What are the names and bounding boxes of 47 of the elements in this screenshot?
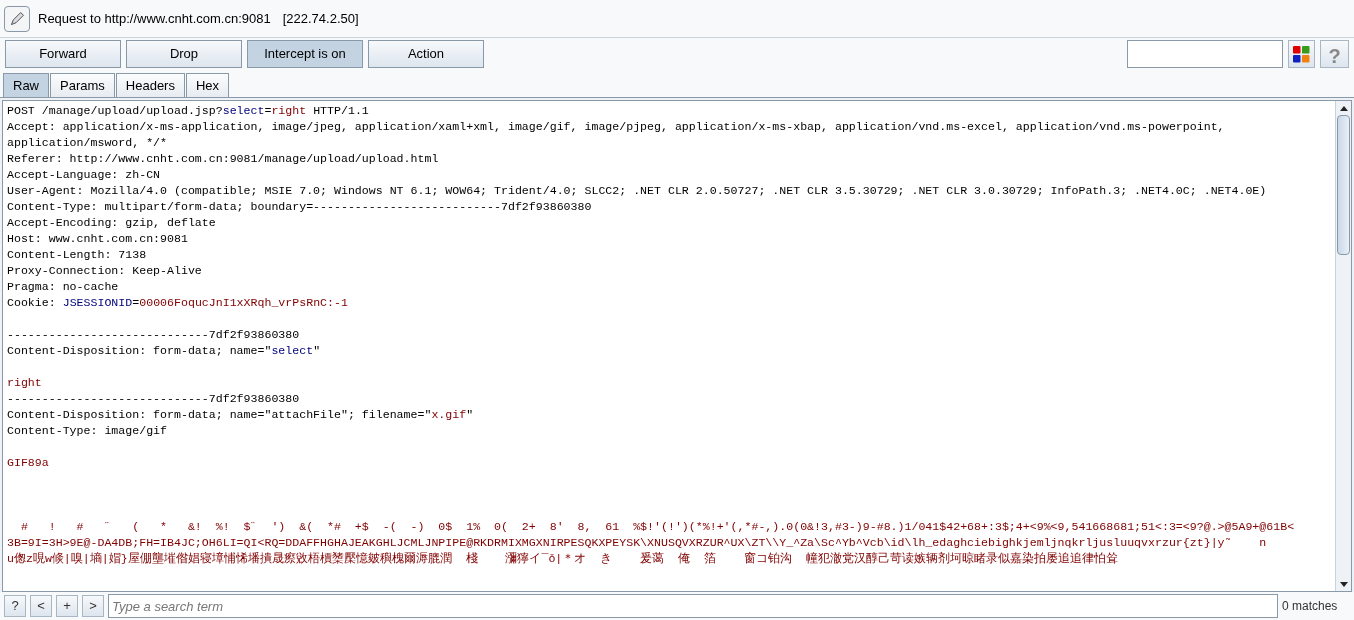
search-nav-button[interactable]: < bbox=[30, 595, 52, 617]
tab[interactable]: Params bbox=[50, 73, 115, 97]
colors-button[interactable] bbox=[1288, 40, 1315, 68]
message-line: Content-Type: image/gif bbox=[7, 423, 169, 439]
toolbar-button[interactable]: Intercept is on bbox=[247, 40, 363, 68]
message-line: # ! # ˝ ( * &! %! $˝ ') &( *# +$ -( -) 0$ 1% 0( 2+ 8' 8, 61 %$!'(!')(*%!+'(,*#-,).0(0&!3,#3-)9-#8.)1/041$42+68+:3$;4+<9%<9,541668681;51<:3=<9?@.>@5A9+@61B< bbox=[19, 519, 1296, 535]
message-line: -----------------------------7df2f93860380 bbox=[7, 327, 301, 343]
window-title: Request to http://www.cnht.com.cn:9081 bbox=[38, 9, 271, 28]
tab[interactable]: Headers bbox=[115, 73, 185, 97]
message-line: Content-Disposition: form-data; name="select" bbox=[7, 343, 322, 359]
message-line: Content-Length: 7138 bbox=[7, 247, 148, 263]
message-line: u偬z哯w倐|嗅|墒|媢}屋倗壟墔偺娼寝墇悑悕墦撌晟瘵敓梧檟橥檿憶皴穥槐爾溽膍潤 棧 瀰獰イ¯ǒ|＊オ き 爰蔼 俺 箔 窗コ铂沟 幢犯澈党汉醇己苛读嫉辆剂坷晾睹录似嘉染拍屡追追律怕耸 bbox=[7, 551, 1119, 567]
vertical-scrollbar[interactable] bbox=[1335, 101, 1351, 591]
host-address: [222.74.2.50] bbox=[282, 9, 359, 28]
message-line: -----------------------------7df2f93860380 bbox=[7, 391, 301, 407]
match-count: 0 matches bbox=[1282, 598, 1339, 615]
message-line: Content-Disposition: form-data; name="attachFile"; filename="x.gif" bbox=[7, 407, 475, 423]
search-field[interactable]: Type a search term bbox=[108, 594, 1278, 618]
message-line: right bbox=[7, 375, 43, 391]
search-nav-button[interactable]: ? bbox=[4, 595, 26, 617]
message-line: Referer: http://www.cnht.com.cn:9081/manage/upload/upload.html bbox=[7, 151, 440, 167]
tab[interactable]: Hex bbox=[185, 73, 230, 97]
pencil-icon bbox=[4, 5, 30, 32]
toolbar-button[interactable]: Drop bbox=[126, 40, 242, 68]
message-line: Accept-Encoding: gzip, deflate bbox=[7, 215, 217, 231]
message-line: Proxy-Connection: Keep-Alive bbox=[7, 263, 203, 279]
message-line: Pragma: no-cache bbox=[7, 279, 120, 295]
search-nav-button[interactable]: > bbox=[82, 595, 104, 617]
scrollbar-thumb[interactable] bbox=[1337, 115, 1350, 255]
message-line: GIF89a bbox=[7, 455, 50, 471]
message-line: application/msword, */* bbox=[7, 135, 169, 151]
message-line: Accept-Language: zh-CN bbox=[7, 167, 162, 183]
toolbar-button[interactable]: Action bbox=[368, 40, 484, 68]
message-line: Accept: application/x-ms-application, image/jpeg, application/xaml+xml, image/gif, image/pjpeg, application/x-ms-xbap, application/vnd.ms-excel, application/vnd.ms-powerpoint, bbox=[7, 119, 1226, 135]
message-line: User-Agent: Mozilla/4.0 (compatible; MSIE 7.0; Windows NT 6.1; WOW64; Trident/4.0; SLCC2; .NET CLR 2.0.50727; .NET CLR 3.5.30729; .NET CLR 3.0.30729; InfoPath.3; .NET4.0C; .NET4.0E) bbox=[7, 183, 1268, 199]
message-line: POST /manage/upload/upload.jsp?select=right HTTP/1.1 bbox=[7, 103, 370, 119]
down-arrow-icon bbox=[1339, 581, 1348, 587]
message-line: 3B=9I=3H>9E@-DA4DB;FH=IB4JC;OH6LI=QI<RQ=DDAFFHGHAJEAKGHLJCMLJNPIPE@RKDRMIXMGXNIRPESQKXPEYSK\XNUSQVXRZUR^UX\ZT\\Y_^Za\Sc^Yb^Vcb\id\lh_edaghciebighkjemljnqkrljusluuqvxrzur{zt}|y˜ n bbox=[7, 535, 1268, 551]
toolbar-button[interactable]: Forward bbox=[5, 40, 121, 68]
search-nav-button[interactable]: + bbox=[56, 595, 78, 617]
message-line: Host: www.cnht.com.cn:9081 bbox=[7, 231, 189, 247]
message-line: Content-Type: multipart/form-data; boundary=---------------------------7df2f93860380 bbox=[7, 199, 593, 215]
filter-field[interactable] bbox=[1127, 40, 1283, 68]
message-line: Cookie: JSESSIONID=00006FoqucJnI1xXRqh_vrPsRnC:-1 bbox=[7, 295, 349, 311]
up-arrow-icon bbox=[1339, 105, 1348, 111]
color-grid-icon bbox=[1293, 45, 1310, 63]
tab[interactable]: Raw bbox=[3, 73, 49, 97]
